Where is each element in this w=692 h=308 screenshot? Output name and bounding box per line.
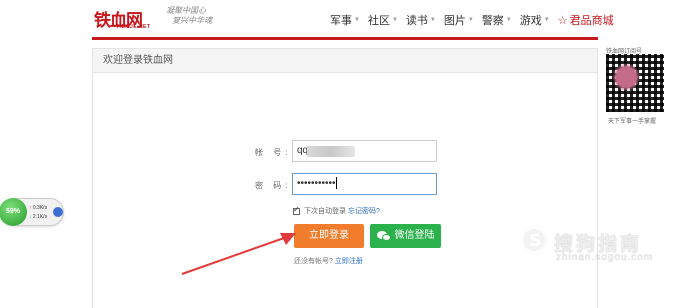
main-nav: 军事 ▼ 社区 ▼ 读书 ▼ 图片 ▼ 警察 ▼ 游戏 ▼ ☆ 君品商城 [330, 12, 614, 28]
login-button[interactable]: 立即登录 [294, 224, 364, 248]
up-arrow-icon: ↑ [29, 205, 32, 211]
upload-speed: 0.3K/s [32, 205, 48, 211]
star-icon: ☆ [557, 14, 568, 27]
nav-label: 读书 [405, 15, 428, 27]
watermark: S 搜狗指南 zhinan.sogou.com [520, 226, 680, 266]
site-slogan: 凝聚中国心 复兴中华魂 [166, 6, 226, 26]
site-header: 铁血网 TIEXUE.NET 凝聚中国心 复兴中华魂 军事 ▼ 社区 ▼ 读书 ▼ 图… [0, 0, 692, 38]
login-panel: 欢迎登录铁血网 帐 号: qq 密 码: ••••••••••• 下次自动登录 … [92, 48, 598, 308]
wechat-button-label: 微信登陆 [394, 230, 435, 241]
rocket-icon[interactable] [53, 207, 63, 217]
panel-title: 欢迎登录铁血网 [93, 49, 597, 73]
header-divider [92, 37, 598, 40]
nav-item-military[interactable]: 军事 ▼ [330, 12, 360, 28]
chevron-down-icon: ▼ [467, 17, 474, 23]
annotation-arrow [181, 233, 296, 275]
remember-label: 下次自动登录 [304, 208, 346, 215]
logo-subtext: TIEXUE.NET [116, 24, 151, 30]
nav-label: 社区 [367, 15, 390, 27]
shop-label: 君品商城 [569, 15, 614, 27]
slogan-line-1: 凝聚中国心 [166, 6, 206, 15]
chevron-down-icon: ▼ [354, 17, 360, 23]
nav-item-reading[interactable]: 读书 ▼ [406, 12, 436, 28]
speed-readout: ↑ 0.3K/s ↓ 2.1K/s [29, 204, 47, 222]
down-arrow-icon: ↓ [29, 214, 32, 220]
nav-label: 军事 [330, 15, 352, 27]
password-label: 密 码: [255, 181, 292, 190]
network-speed-widget[interactable]: 59% ↑ 0.3K/s ↓ 2.1K/s [0, 198, 64, 226]
nav-item-police[interactable]: 警察 ▼ [482, 12, 512, 28]
nav-item-shop[interactable]: ☆ 君品商城 [558, 12, 614, 28]
sogou-logo-icon: S [520, 226, 548, 254]
chevron-down-icon: ▼ [429, 17, 436, 23]
slogan-line-2: 复兴中华魂 [172, 16, 212, 25]
watermark-url: zhinan.sogou.com [556, 252, 654, 263]
password-value: ••••••••••• [297, 178, 336, 189]
chevron-down-icon: ▼ [543, 17, 550, 23]
nav-item-community[interactable]: 社区 ▼ [368, 12, 398, 28]
register-row: 还没有帐号? 立即注册 [294, 256, 363, 266]
qr-caption: 天下军事一手掌握 [608, 119, 657, 125]
nav-item-games[interactable]: 游戏 ▼ [520, 12, 550, 28]
wechat-icon [376, 230, 391, 242]
remember-checkbox[interactable] [293, 205, 300, 215]
text-cursor [335, 177, 337, 190]
chevron-down-icon: ▼ [391, 17, 398, 23]
remember-row: 下次自动登录 忘记密码? [293, 205, 380, 216]
download-speed: 2.1K/s [32, 214, 48, 220]
wechat-login-button[interactable]: 微信登陆 [370, 224, 441, 248]
site-logo[interactable]: 铁血网 TIEXUE.NET [94, 4, 160, 31]
nav-label: 警察 [481, 15, 504, 27]
nav-label: 游戏 [519, 15, 542, 27]
password-input[interactable]: ••••••••••• [292, 173, 437, 195]
speed-percent: 59% [0, 198, 27, 226]
qr-code-image [606, 54, 664, 112]
chevron-down-icon: ▼ [505, 17, 512, 23]
blurred-mask [307, 146, 355, 157]
account-input[interactable]: qq [292, 140, 437, 162]
register-link[interactable]: 立即注册 [335, 258, 363, 265]
qr-code-box: 铁血网订阅号 天下军事一手掌握 [606, 49, 664, 125]
nav-label: 图片 [443, 15, 466, 27]
account-label: 帐 号: [255, 148, 292, 157]
forgot-password-link[interactable]: 忘记密码? [348, 206, 380, 216]
nav-item-pictures[interactable]: 图片 ▼ [444, 12, 474, 28]
